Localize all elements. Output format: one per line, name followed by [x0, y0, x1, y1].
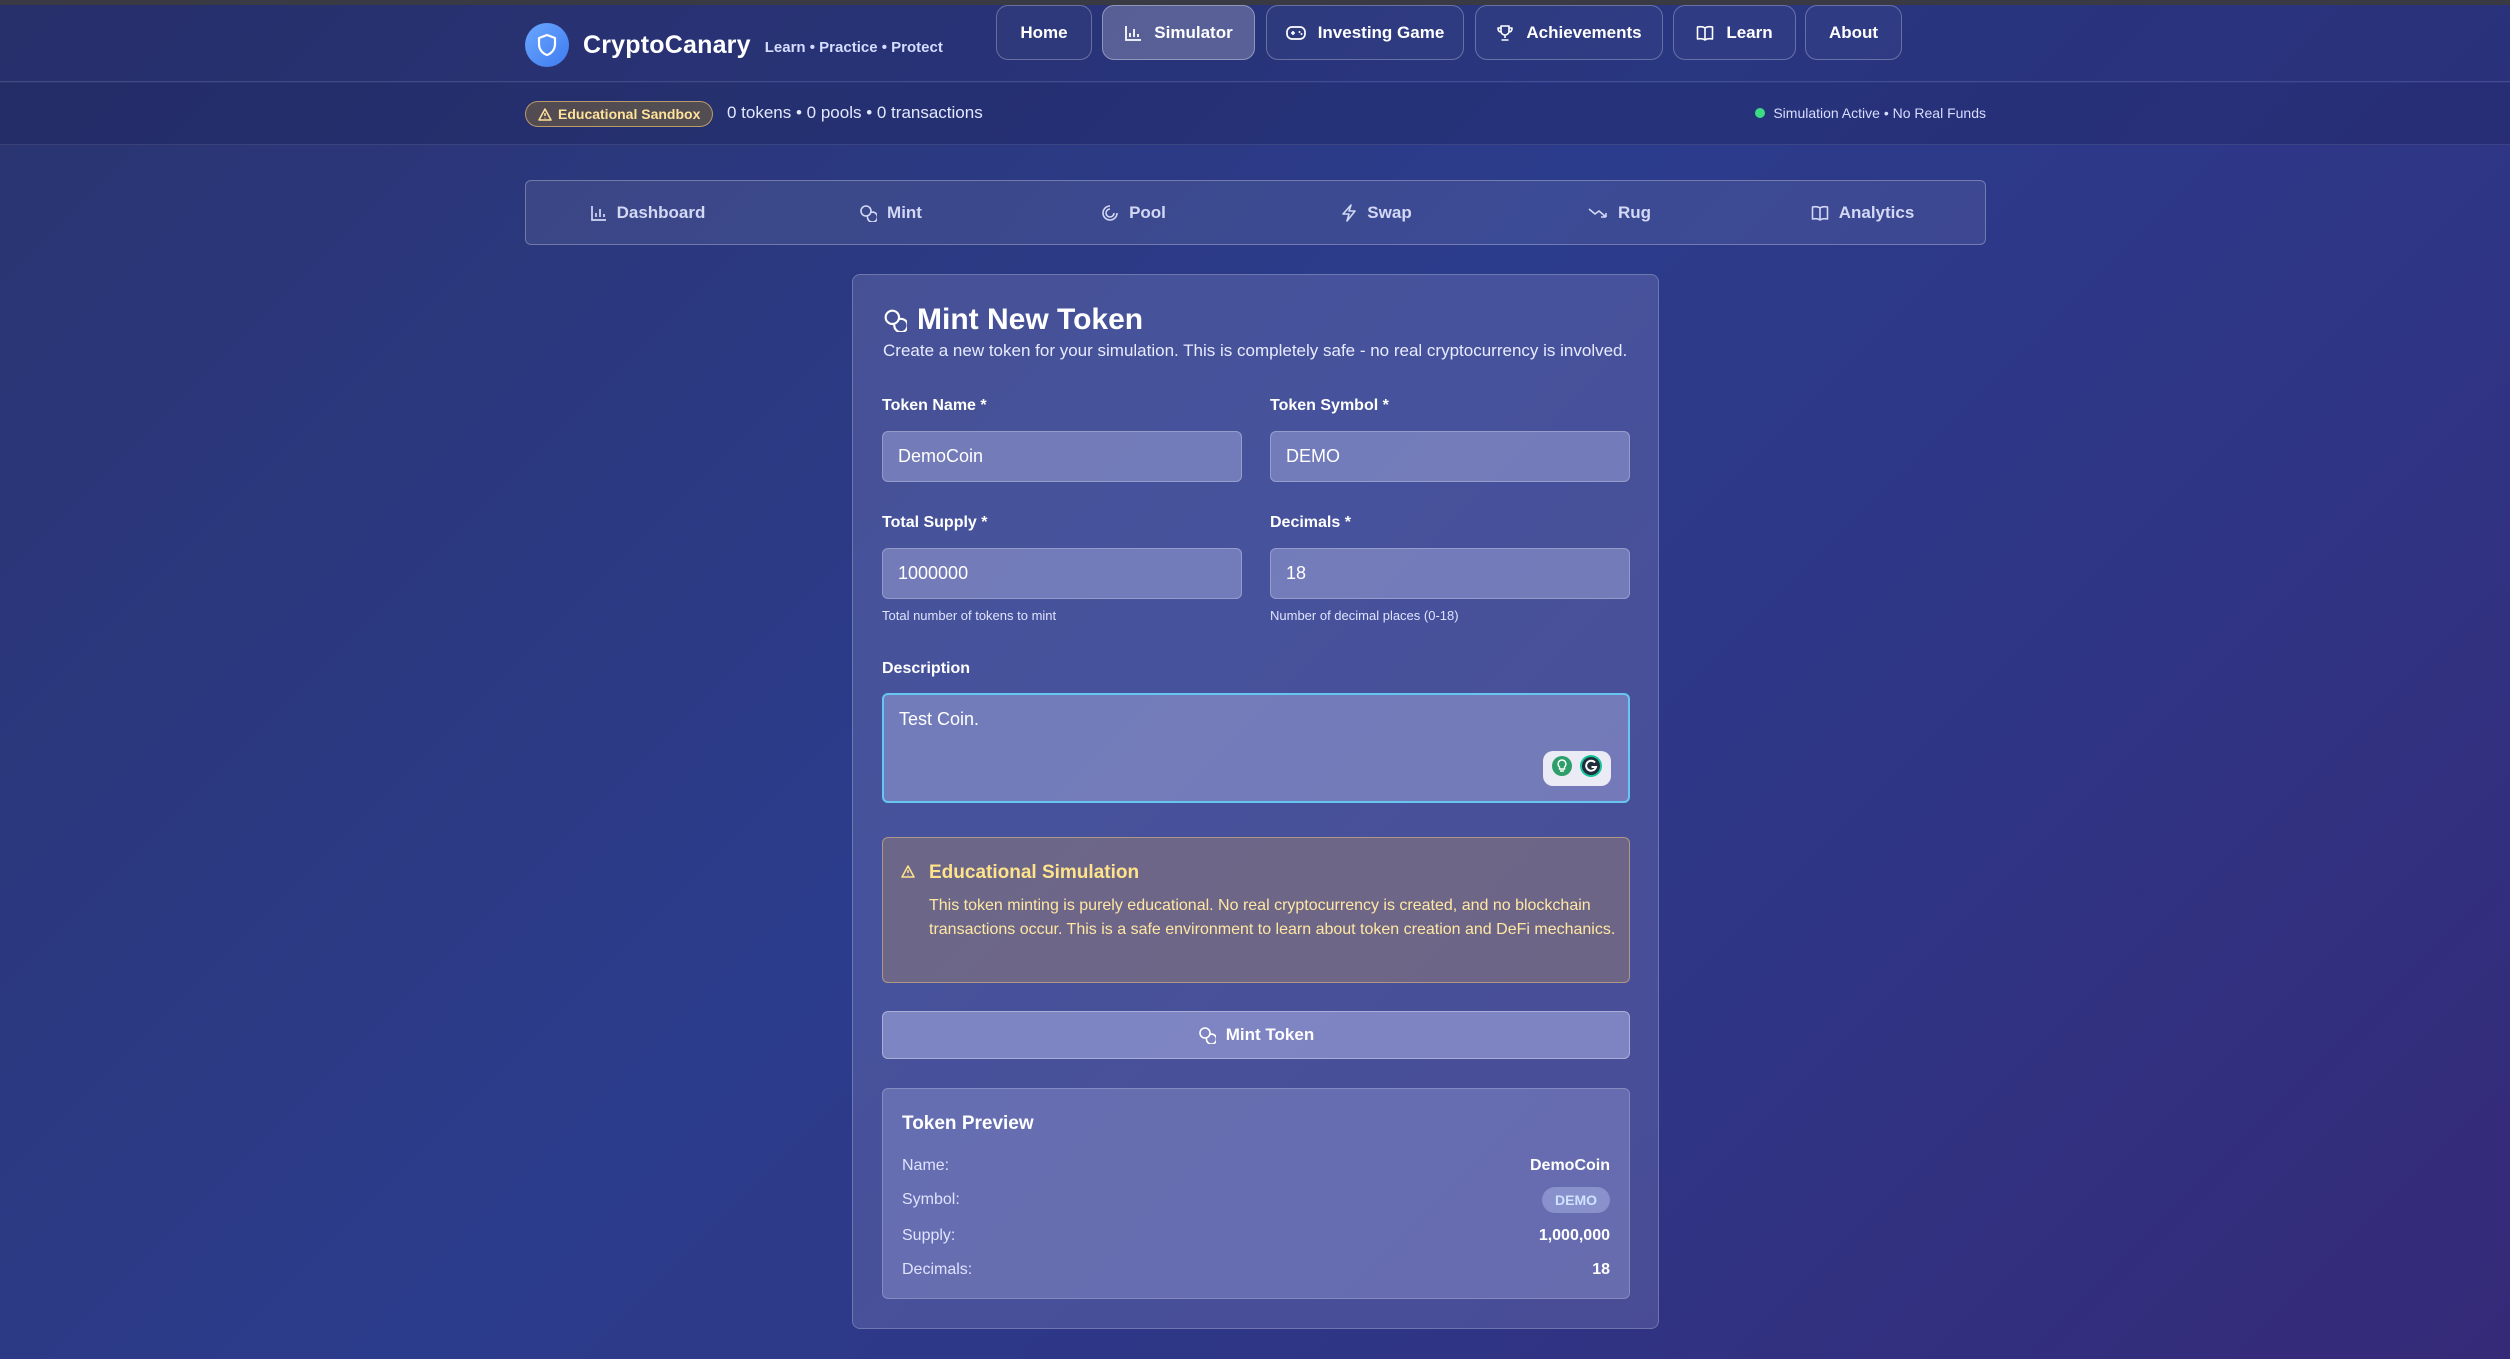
coins-icon	[883, 308, 907, 332]
lightbulb-icon[interactable]	[1551, 755, 1573, 782]
total-supply-input[interactable]	[882, 548, 1242, 599]
educational-simulation-alert: Educational Simulation This token mintin…	[882, 837, 1630, 983]
tab-mint[interactable]: Mint	[769, 181, 1012, 244]
total-supply-hint: Total number of tokens to mint	[882, 608, 1057, 623]
nav-achievements-button[interactable]: Achievements	[1475, 5, 1663, 60]
gamepad-icon	[1285, 25, 1306, 40]
card-title: Mint New Token	[883, 303, 1143, 337]
book-icon	[1696, 25, 1714, 41]
simulation-stats: 0 tokens • 0 pools • 0 transactions	[727, 103, 983, 122]
nav-learn-label: Learn	[1726, 22, 1773, 42]
total-supply-label: Total Supply *	[882, 514, 988, 531]
nav-simulator-button[interactable]: Simulator	[1102, 5, 1255, 60]
token-name-input[interactable]	[882, 431, 1242, 482]
decimals-hint: Number of decimal places (0-18)	[1270, 608, 1459, 623]
preview-decimals-key: Decimals:	[902, 1261, 973, 1278]
app-header: CryptoCanary Learn • Practice • Protect …	[0, 5, 2510, 82]
token-preview-title: Token Preview	[902, 1113, 1034, 1134]
mint-token-card: Mint New Token Create a new token for yo…	[852, 274, 1659, 1329]
tab-pool[interactable]: Pool	[1012, 181, 1255, 244]
preview-supply-value: 1,000,000	[1538, 1227, 1610, 1244]
token-symbol-label: Token Symbol *	[1270, 397, 1389, 414]
shield-logo-icon	[525, 23, 569, 67]
preview-symbol-key: Symbol:	[902, 1191, 960, 1208]
nav-simulator-label: Simulator	[1154, 22, 1233, 42]
preview-name-key: Name:	[902, 1157, 950, 1174]
educational-sandbox-badge: Educational Sandbox	[525, 101, 714, 127]
preview-supply-key: Supply:	[902, 1227, 956, 1244]
trend-down-icon	[1588, 206, 1608, 220]
writing-assistant-widget[interactable]	[1543, 751, 1611, 786]
preview-decimals-value: 18	[1592, 1261, 1610, 1278]
brand-name: CryptoCanary	[583, 30, 751, 59]
sandbox-badge-label: Educational Sandbox	[558, 106, 701, 122]
book-icon	[1811, 205, 1829, 221]
bar-chart-icon	[1124, 25, 1142, 41]
nav-home-button[interactable]: Home	[996, 5, 1092, 60]
nav-achievements-label: Achievements	[1526, 22, 1642, 42]
alert-title: Educational Simulation	[929, 862, 1140, 883]
coins-icon	[1198, 1026, 1216, 1044]
preview-symbol-badge: DEMO	[1542, 1187, 1610, 1213]
preview-name-value: DemoCoin	[1530, 1157, 1610, 1174]
tab-analytics[interactable]: Analytics	[1741, 181, 1984, 244]
tab-rug[interactable]: Rug	[1498, 181, 1741, 244]
warning-triangle-icon	[538, 107, 552, 121]
alert-text: This token minting is purely educational…	[929, 897, 1616, 938]
simulator-tabs: Dashboard Mint Pool Swap Rug Analytics	[525, 180, 1986, 245]
nav-investing-game-label: Investing Game	[1317, 22, 1445, 42]
simulation-status: Simulation Active • No Real Funds	[1755, 105, 1986, 121]
brand[interactable]: CryptoCanary Learn • Practice • Protect	[525, 23, 943, 67]
preview-row-decimals: Decimals: 18	[902, 1258, 1610, 1282]
brand-tagline: Learn • Practice • Protect	[764, 38, 943, 56]
token-preview-panel: Token Preview Name: DemoCoin Symbol: DEM…	[882, 1088, 1630, 1299]
nav-learn-button[interactable]: Learn	[1673, 5, 1796, 60]
warning-triangle-icon	[901, 865, 915, 878]
card-subtitle: Create a new token for your simulation. …	[883, 341, 1628, 360]
nav-about-label: About	[1828, 22, 1879, 42]
token-name-label: Token Name *	[882, 397, 987, 414]
decimals-input[interactable]	[1270, 548, 1630, 599]
description-label: Description	[882, 660, 971, 677]
nav-about-button[interactable]: About	[1805, 5, 1902, 60]
tab-dashboard[interactable]: Dashboard	[526, 181, 769, 244]
simulation-status-text: Simulation Active • No Real Funds	[1773, 105, 1986, 121]
tab-analytics-label: Analytics	[1838, 202, 1915, 222]
tab-swap-label: Swap	[1367, 202, 1412, 222]
nav-investing-game-button[interactable]: Investing Game	[1266, 5, 1464, 60]
grammarly-icon[interactable]	[1579, 754, 1603, 783]
coins-icon	[859, 204, 878, 222]
token-symbol-input[interactable]	[1270, 431, 1630, 482]
preview-row-symbol: Symbol: DEMO	[902, 1187, 1610, 1213]
mint-token-button[interactable]: Mint Token	[882, 1011, 1630, 1059]
lightning-icon	[1341, 203, 1357, 222]
nav-home-label: Home	[1020, 22, 1068, 42]
tab-swap[interactable]: Swap	[1255, 181, 1498, 244]
preview-row-supply: Supply: 1,000,000	[902, 1224, 1610, 1248]
bar-chart-icon	[590, 205, 607, 221]
mint-new-token-title: Mint New Token	[917, 303, 1144, 336]
pool-icon	[1101, 204, 1119, 222]
sandbox-status-bar: Educational Sandbox 0 tokens • 0 pools •…	[0, 83, 2510, 145]
description-textarea[interactable]: Test Coin.	[882, 693, 1630, 803]
tab-rug-label: Rug	[1617, 202, 1652, 222]
trophy-icon	[1496, 24, 1514, 42]
preview-row-name: Name: DemoCoin	[902, 1154, 1610, 1178]
mint-token-label: Mint Token	[1225, 1025, 1315, 1044]
decimals-label: Decimals *	[1270, 514, 1351, 531]
tab-dashboard-label: Dashboard	[616, 202, 706, 222]
status-dot-icon	[1755, 108, 1766, 118]
tab-pool-label: Pool	[1129, 202, 1166, 222]
tab-mint-label: Mint	[887, 202, 922, 222]
